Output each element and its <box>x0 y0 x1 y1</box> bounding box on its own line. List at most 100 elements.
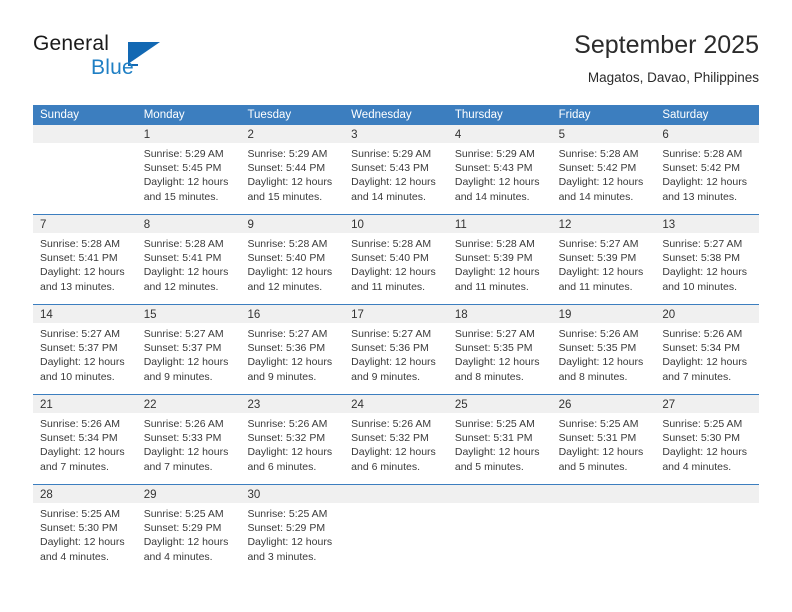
calendar-week-row: 7 Sunrise: 5:28 AM Sunset: 5:41 PM Daylight… <box>33 214 760 304</box>
title-block: September 2025 Magatos, Davao, Philippin… <box>574 28 759 88</box>
day-details: Sunrise: 5:27 AM Sunset: 5:37 PM Daylight:… <box>33 323 137 384</box>
day-cell[interactable]: 9 Sunrise: 5:28 AM Sunset: 5:40 PM Daylight… <box>240 215 345 304</box>
day-details: Sunrise: 5:29 AM Sunset: 5:43 PM Daylight:… <box>448 143 552 204</box>
day-number: 12 <box>558 219 572 231</box>
sunrise-text: Sunrise: 5:25 AM <box>247 508 328 520</box>
day-cell[interactable]: 6 Sunrise: 5:28 AM Sunset: 5:42 PM Daylight… <box>655 125 760 214</box>
day-cell[interactable]: 12 Sunrise: 5:27 AM Sunset: 5:39 PM Dayligh… <box>551 215 656 304</box>
weekday-header-wednesday: Wednesday <box>351 109 412 121</box>
sunrise-text: Sunrise: 5:25 AM <box>662 418 743 430</box>
day-number: 8 <box>143 219 151 231</box>
daylight-text-line2: and 3 minutes. <box>247 550 317 563</box>
daylight-text-line1: Daylight: 12 hours <box>40 356 125 369</box>
day-details: Sunrise: 5:27 AM Sunset: 5:36 PM Daylight:… <box>344 323 448 384</box>
day-number-strip: 23 <box>240 395 345 413</box>
day-cell[interactable]: 21 Sunrise: 5:26 AM Sunset: 5:34 PM Dayligh… <box>33 395 137 484</box>
sunset-text: Sunset: 5:41 PM <box>143 252 222 265</box>
day-cell[interactable]: 10 Sunrise: 5:28 AM Sunset: 5:40 PM Dayligh… <box>344 215 448 304</box>
sunset-text: Sunset: 5:35 PM <box>454 342 533 355</box>
sunrise-text: Sunrise: 5:25 AM <box>454 418 535 430</box>
day-details: Sunrise: 5:28 AM Sunset: 5:39 PM Daylight:… <box>448 233 552 294</box>
sunrise-text: Sunrise: 5:27 AM <box>143 328 224 340</box>
daylight-text-line2: and 4 minutes. <box>662 460 732 473</box>
day-details: Sunrise: 5:26 AM Sunset: 5:32 PM Daylight:… <box>344 413 448 474</box>
day-number-strip: 8 <box>136 215 241 233</box>
day-number: 25 <box>454 399 468 411</box>
day-cell[interactable]: 28 Sunrise: 5:25 AM Sunset: 5:30 PM Dayligh… <box>33 485 137 574</box>
day-number: 24 <box>351 399 364 411</box>
sunrise-text: Sunrise: 5:28 AM <box>454 238 535 250</box>
weekday-header-tuesday: Tuesday <box>247 109 292 121</box>
day-number: 18 <box>454 309 468 321</box>
day-cell-empty <box>447 485 552 574</box>
sunset-text: Sunset: 5:30 PM <box>40 522 118 535</box>
day-cell[interactable]: 1 Sunrise: 5:29 AM Sunset: 5:45 PM Daylight… <box>136 125 241 214</box>
week-body: 28 Sunrise: 5:25 AM Sunset: 5:30 PM Dayligh… <box>33 485 760 574</box>
day-cell[interactable]: 17 Sunrise: 5:27 AM Sunset: 5:36 PM Dayligh… <box>344 305 448 394</box>
day-number: 28 <box>40 489 53 501</box>
day-cell[interactable]: 7 Sunrise: 5:28 AM Sunset: 5:41 PM Daylight… <box>33 215 137 304</box>
sunset-text: Sunset: 5:36 PM <box>351 342 429 355</box>
day-cell[interactable]: 25 Sunrise: 5:25 AM Sunset: 5:31 PM Dayligh… <box>447 395 552 484</box>
general-blue-logo[interactable]: General Blue <box>33 32 253 92</box>
day-cell[interactable]: 11 Sunrise: 5:28 AM Sunset: 5:39 PM Dayligh… <box>447 215 552 304</box>
day-cell[interactable]: 3 Sunrise: 5:29 AM Sunset: 5:43 PM Daylight… <box>344 125 448 214</box>
daylight-text-line1: Daylight: 12 hours <box>143 536 229 549</box>
calendar-week-row: 1 Sunrise: 5:29 AM Sunset: 5:45 PM Daylight… <box>33 125 760 214</box>
day-cell[interactable]: 30 Sunrise: 5:25 AM Sunset: 5:29 PM Dayligh… <box>240 485 345 574</box>
day-cell[interactable]: 8 Sunrise: 5:28 AM Sunset: 5:41 PM Daylight… <box>136 215 241 304</box>
sunset-text: Sunset: 5:32 PM <box>247 432 326 445</box>
day-number: 16 <box>247 309 261 321</box>
sunrise-text: Sunrise: 5:26 AM <box>662 328 743 340</box>
calendar-weeks: 1 Sunrise: 5:29 AM Sunset: 5:45 PM Daylight… <box>33 125 760 574</box>
sunset-text: Sunset: 5:33 PM <box>143 432 222 445</box>
day-cell[interactable]: 15 Sunrise: 5:27 AM Sunset: 5:37 PM Dayligh… <box>136 305 241 394</box>
day-cell[interactable]: 16 Sunrise: 5:27 AM Sunset: 5:36 PM Dayligh… <box>240 305 345 394</box>
daylight-text-line1: Daylight: 12 hours <box>454 176 540 189</box>
sunset-text: Sunset: 5:40 PM <box>247 252 326 265</box>
day-cell[interactable]: 14 Sunrise: 5:27 AM Sunset: 5:37 PM Dayligh… <box>33 305 137 394</box>
day-cell[interactable]: 26 Sunrise: 5:25 AM Sunset: 5:31 PM Dayligh… <box>551 395 656 484</box>
day-details: Sunrise: 5:27 AM Sunset: 5:39 PM Daylight:… <box>552 233 656 294</box>
sunset-text: Sunset: 5:37 PM <box>40 342 118 355</box>
day-number: 5 <box>558 129 565 141</box>
day-cell[interactable]: 20 Sunrise: 5:26 AM Sunset: 5:34 PM Dayligh… <box>655 305 760 394</box>
sunset-text: Sunset: 5:42 PM <box>662 162 740 175</box>
weekday-header-monday: Monday <box>143 109 185 121</box>
day-cell[interactable]: 22 Sunrise: 5:26 AM Sunset: 5:33 PM Dayligh… <box>136 395 241 484</box>
daylight-text-line2: and 9 minutes. <box>351 370 421 383</box>
day-number-strip: 19 <box>551 305 656 323</box>
day-cell[interactable]: 24 Sunrise: 5:26 AM Sunset: 5:32 PM Dayligh… <box>344 395 448 484</box>
calendar-week-row: 21 Sunrise: 5:26 AM Sunset: 5:34 PM Dayligh… <box>33 394 760 484</box>
weekday-header-sunday: Sunday <box>40 109 80 121</box>
day-number-strip: 9 <box>240 215 345 233</box>
day-number-strip: 24 <box>344 395 448 413</box>
weekday-header-saturday: Saturday <box>662 109 709 121</box>
day-cell-empty <box>344 485 448 574</box>
calendar-week-row: 14 Sunrise: 5:27 AM Sunset: 5:37 PM Dayligh… <box>33 304 760 394</box>
day-number: 7 <box>40 219 47 231</box>
sunset-text: Sunset: 5:43 PM <box>454 162 533 175</box>
day-cell[interactable]: 23 Sunrise: 5:26 AM Sunset: 5:32 PM Dayligh… <box>240 395 345 484</box>
day-cell[interactable]: 19 Sunrise: 5:26 AM Sunset: 5:35 PM Dayligh… <box>551 305 656 394</box>
daylight-text-line2: and 9 minutes. <box>247 370 317 383</box>
day-number: 9 <box>247 219 254 231</box>
sunset-text: Sunset: 5:41 PM <box>40 252 118 265</box>
day-cell[interactable]: 2 Sunrise: 5:29 AM Sunset: 5:44 PM Daylight… <box>240 125 345 214</box>
day-cell[interactable]: 27 Sunrise: 5:25 AM Sunset: 5:30 PM Dayligh… <box>655 395 760 484</box>
daylight-text-line1: Daylight: 12 hours <box>143 446 229 459</box>
day-number-strip <box>33 125 137 143</box>
day-details: Sunrise: 5:25 AM Sunset: 5:29 PM Daylight:… <box>137 503 241 564</box>
day-cell[interactable]: 4 Sunrise: 5:29 AM Sunset: 5:43 PM Daylight… <box>447 125 552 214</box>
day-cell[interactable]: 18 Sunrise: 5:27 AM Sunset: 5:35 PM Dayligh… <box>447 305 552 394</box>
sunset-text: Sunset: 5:39 PM <box>454 252 533 265</box>
daylight-text-line1: Daylight: 12 hours <box>40 446 125 459</box>
sunset-text: Sunset: 5:43 PM <box>351 162 429 175</box>
daylight-text-line2: and 6 minutes. <box>247 460 317 473</box>
day-number: 23 <box>247 399 261 411</box>
day-cell[interactable]: 5 Sunrise: 5:28 AM Sunset: 5:42 PM Daylight… <box>551 125 656 214</box>
day-cell[interactable]: 29 Sunrise: 5:25 AM Sunset: 5:29 PM Dayligh… <box>136 485 241 574</box>
sunrise-text: Sunrise: 5:26 AM <box>558 328 639 340</box>
daylight-text-line1: Daylight: 12 hours <box>143 176 229 189</box>
day-cell[interactable]: 13 Sunrise: 5:27 AM Sunset: 5:38 PM Dayligh… <box>655 215 760 304</box>
